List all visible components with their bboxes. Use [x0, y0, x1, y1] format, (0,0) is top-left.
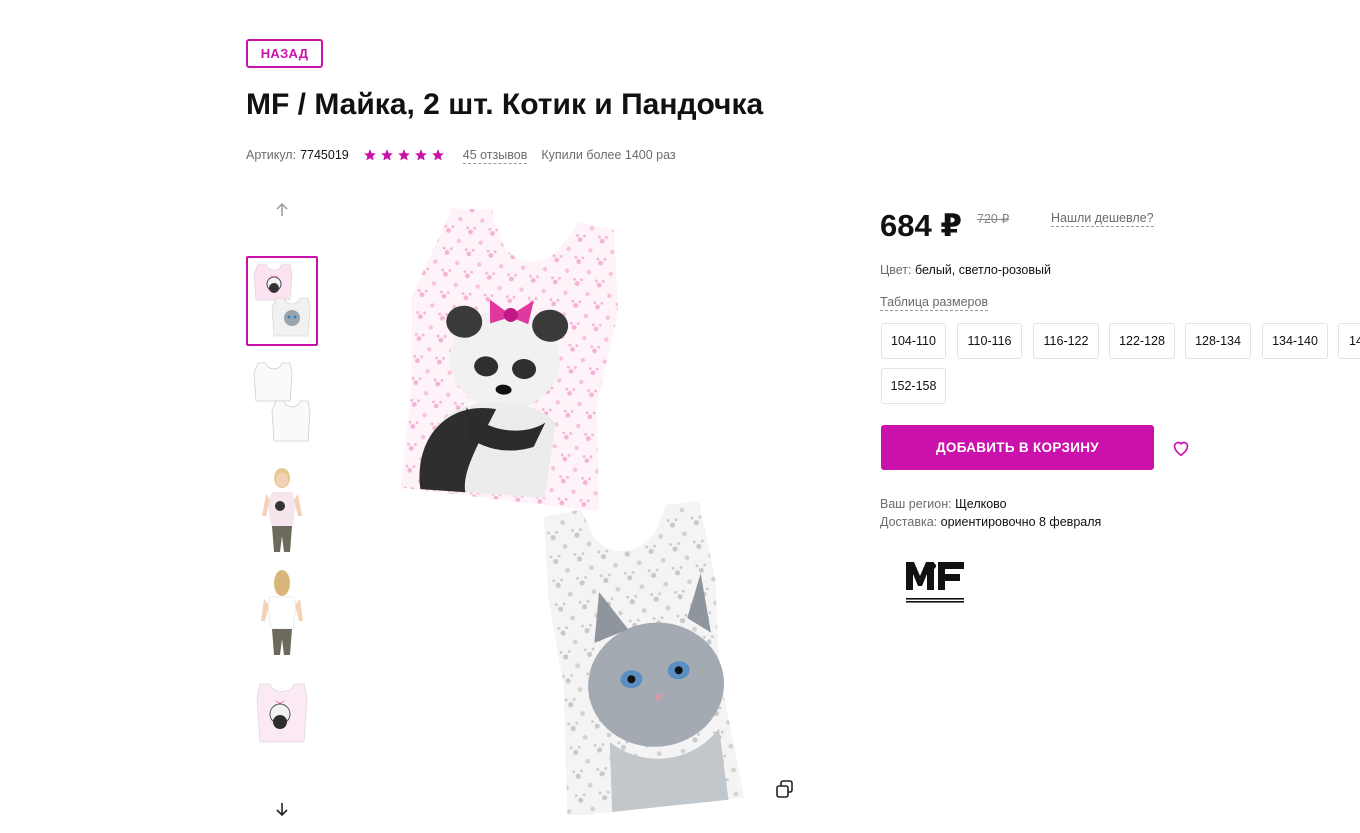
white-tank-tops-thumb-image [253, 362, 311, 442]
girl-back-thumb-image [261, 570, 303, 655]
back-button[interactable]: НАЗАД [246, 39, 323, 68]
thumbnail-girl-front-view[interactable] [246, 464, 318, 554]
size-selector: 104-110 110-116 116-122 122-128 128-134 … [881, 323, 1360, 405]
panda-tank-top-thumb-image [256, 683, 308, 743]
size-option-116-122[interactable]: 116-122 [1033, 323, 1099, 359]
star-icon [431, 149, 444, 161]
size-option-140-146[interactable]: 140-146 [1338, 323, 1360, 359]
thumbnail-panda-tank-top[interactable] [246, 672, 318, 762]
thumbnail-girl-back-view[interactable] [246, 567, 318, 657]
size-option-152-158[interactable]: 152-158 [881, 368, 946, 404]
color-info: Цвет: белый, светло-розовый [880, 263, 1051, 277]
delivery-label: Доставка: [880, 515, 938, 529]
old-price: 720 ₽ [977, 212, 1010, 226]
star-icon [363, 149, 376, 161]
expand-icon[interactable] [774, 778, 796, 800]
reviews-link[interactable]: 45 отзывов [462, 147, 528, 164]
size-option-128-134[interactable]: 128-134 [1185, 323, 1251, 359]
region-label: Ваш регион: [880, 497, 952, 511]
page-title: MF / Майка, 2 шт. Котик и Пандочка [246, 88, 764, 121]
brand-logo-image [904, 562, 966, 604]
size-option-134-140[interactable]: 134-140 [1262, 323, 1328, 359]
found-cheaper-link[interactable]: Нашли дешевле? [1051, 211, 1154, 227]
delivery-value: ориентировочно 8 февраля [940, 515, 1102, 529]
star-icon [397, 149, 410, 161]
heart-icon[interactable] [1170, 437, 1192, 459]
article-value: 7745019 [300, 148, 349, 162]
size-option-122-128[interactable]: 122-128 [1109, 323, 1175, 359]
rating-stars [363, 148, 445, 162]
delivery-info: Доставка: ориентировочно 8 февраля [880, 515, 1101, 529]
size-option-110-116[interactable]: 110-116 [957, 323, 1022, 359]
thumbs-down-button[interactable] [270, 797, 294, 821]
size-table-link[interactable]: Таблица размеров [880, 295, 989, 311]
arrow-up-icon [276, 202, 288, 216]
color-label: Цвет: [880, 263, 912, 277]
star-icon [380, 149, 393, 161]
brand-logo[interactable] [900, 558, 970, 610]
region-info: Ваш регион: Щелково [880, 497, 1007, 511]
size-option-104-110[interactable]: 104-110 [881, 323, 946, 359]
bought-count: Купили более 1400 раз [541, 148, 676, 162]
product-image-two-tank-tops [400, 208, 745, 817]
product-meta: Артикул: 7745019 45 отзывов Купили более… [246, 146, 676, 164]
article-label: Артикул: [246, 148, 297, 162]
region-value: Щелково [955, 497, 1007, 511]
add-to-cart-button[interactable]: ДОБАВИТЬ В КОРЗИНУ [881, 425, 1154, 470]
current-price: 684 ₽ [880, 208, 962, 243]
arrow-down-icon [276, 803, 288, 817]
main-product-image[interactable] [390, 205, 810, 817]
thumbnail-two-tank-tops-print[interactable] [246, 256, 318, 346]
color-value: белый, светло-розовый [914, 263, 1051, 277]
thumbnail-two-white-tank-tops[interactable] [246, 359, 318, 449]
star-icon [414, 149, 427, 161]
girl-front-thumb-image [262, 468, 302, 552]
two-tank-tops-thumb-image [253, 263, 311, 337]
thumbs-up-button[interactable] [270, 198, 294, 222]
